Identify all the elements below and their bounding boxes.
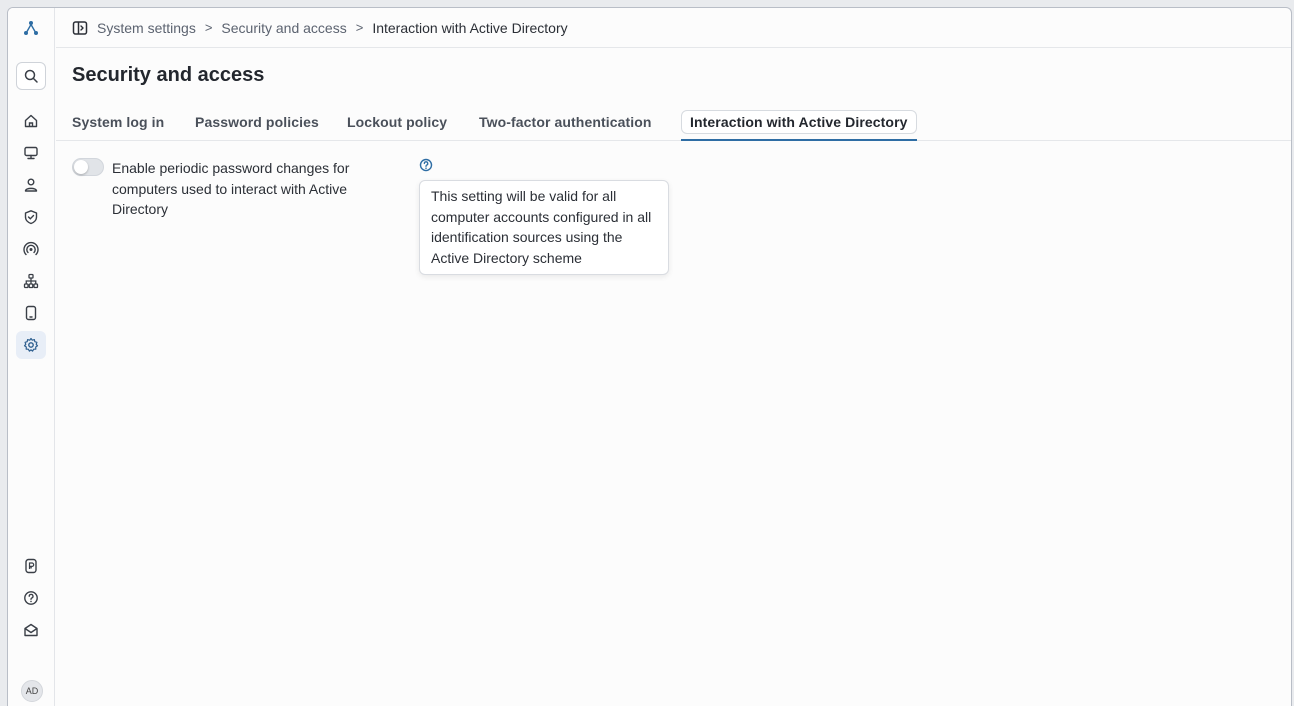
help-tooltip: This setting will be valid for all compu… xyxy=(419,180,669,275)
tab-system-log-in[interactable]: System log in xyxy=(72,104,164,140)
tab-bar: System log in Password policies Lockout … xyxy=(56,104,1291,141)
tab-label: Interaction with Active Directory xyxy=(681,110,917,134)
license-icon[interactable] xyxy=(16,552,46,580)
tab-interaction-with-active-directory[interactable]: Interaction with Active Directory xyxy=(681,104,917,141)
shield-check-icon[interactable] xyxy=(16,203,46,231)
avatar-initials: AD xyxy=(25,686,39,696)
avatar[interactable]: AD xyxy=(21,680,43,702)
tab-label: Lockout policy xyxy=(347,114,448,130)
page-title: Security and access xyxy=(72,64,265,86)
inbox-icon[interactable] xyxy=(16,616,46,644)
chevron-right-icon: > xyxy=(204,20,213,35)
monitor-icon[interactable] xyxy=(16,139,46,167)
tab-label: Two-factor authentication xyxy=(479,114,652,130)
breadcrumb-item-security-and-access[interactable]: Security and access xyxy=(221,20,346,36)
logo-icon[interactable] xyxy=(16,14,46,42)
breadcrumb-item-system-settings[interactable]: System settings xyxy=(97,20,196,36)
app-window: AD System settings > Security and access… xyxy=(7,7,1292,706)
settings-icon[interactable] xyxy=(16,331,46,359)
search-icon[interactable] xyxy=(16,62,46,90)
tab-label: Password policies xyxy=(195,114,319,130)
chevron-right-icon: > xyxy=(355,20,364,35)
tab-two-factor-authentication[interactable]: Two-factor authentication xyxy=(479,104,652,140)
toggle-knob xyxy=(74,160,88,174)
breadcrumb-item-current: Interaction with Active Directory xyxy=(372,19,568,36)
mobile-icon[interactable] xyxy=(16,299,46,327)
network-icon[interactable] xyxy=(16,267,46,295)
home-icon[interactable] xyxy=(16,107,46,135)
tab-password-policies[interactable]: Password policies xyxy=(195,104,319,140)
breadcrumb: System settings > Security and access > … xyxy=(56,8,1291,48)
sidebar-toggle-icon[interactable] xyxy=(72,20,88,36)
tab-label: System log in xyxy=(72,114,165,130)
setting-label: Enable periodic password changes for com… xyxy=(112,160,350,217)
tab-lockout-policy[interactable]: Lockout policy xyxy=(347,104,447,140)
help-icon[interactable] xyxy=(16,584,46,612)
sidebar-rail: AD xyxy=(8,8,55,706)
password-change-toggle[interactable] xyxy=(72,158,104,176)
broadcast-icon[interactable] xyxy=(16,235,46,263)
user-icon[interactable] xyxy=(16,171,46,199)
help-icon[interactable] xyxy=(419,158,433,172)
